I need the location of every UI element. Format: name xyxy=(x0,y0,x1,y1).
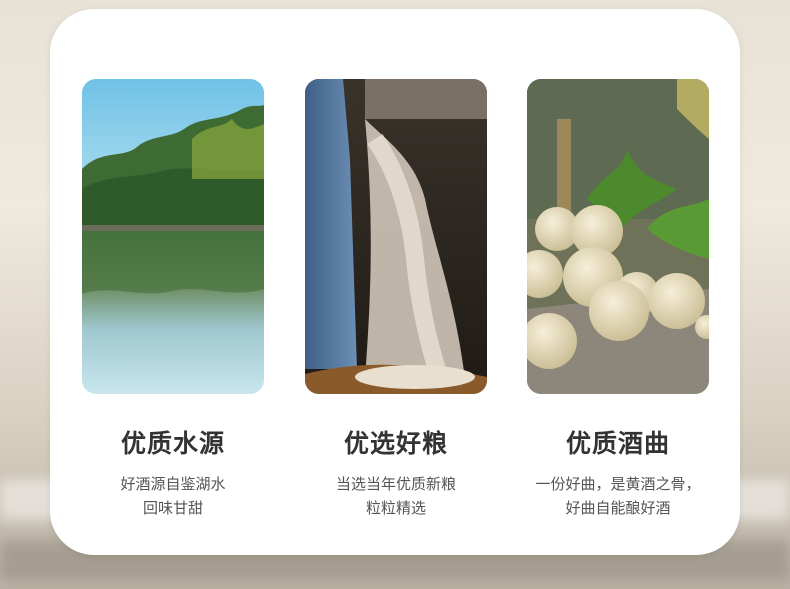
grain-photo xyxy=(305,79,487,394)
description-line: 好曲自能酿好酒 xyxy=(565,499,671,517)
description-line: 回味甘甜 xyxy=(142,499,203,517)
feature-yeast: 优质酒曲 一份好曲，是黄酒之骨， 好曲自能酿好酒 xyxy=(527,79,709,520)
description-line: 好酒源自鉴湖水 xyxy=(120,475,226,493)
description-line: 一份好曲，是黄酒之骨， xyxy=(535,475,701,493)
feature-water: 优质水源 好酒源自鉴湖水 回味甘甜 xyxy=(82,79,264,520)
feature-title: 优选好粮 xyxy=(343,429,448,458)
feature-description: 当选当年优质新粮 粒粒精选 xyxy=(275,472,517,520)
description-line: 当选当年优质新粮 xyxy=(335,475,456,493)
feature-description: 一份好曲，是黄酒之骨， 好曲自能酿好酒 xyxy=(497,472,739,520)
feature-card: 优质水源 好酒源自鉴湖水 回味甘甜 优选好粮 当选当年优质新粮 粒粒精选 优质酒… xyxy=(50,9,740,555)
feature-title: 优质酒曲 xyxy=(565,429,670,458)
feature-grain: 优选好粮 当选当年优质新粮 粒粒精选 xyxy=(305,79,487,520)
feature-title: 优质水源 xyxy=(120,429,225,458)
description-line: 粒粒精选 xyxy=(365,499,426,517)
feature-description: 好酒源自鉴湖水 回味甘甜 xyxy=(52,472,294,520)
lake-photo xyxy=(82,79,264,394)
yeast-balls-photo xyxy=(527,79,709,394)
